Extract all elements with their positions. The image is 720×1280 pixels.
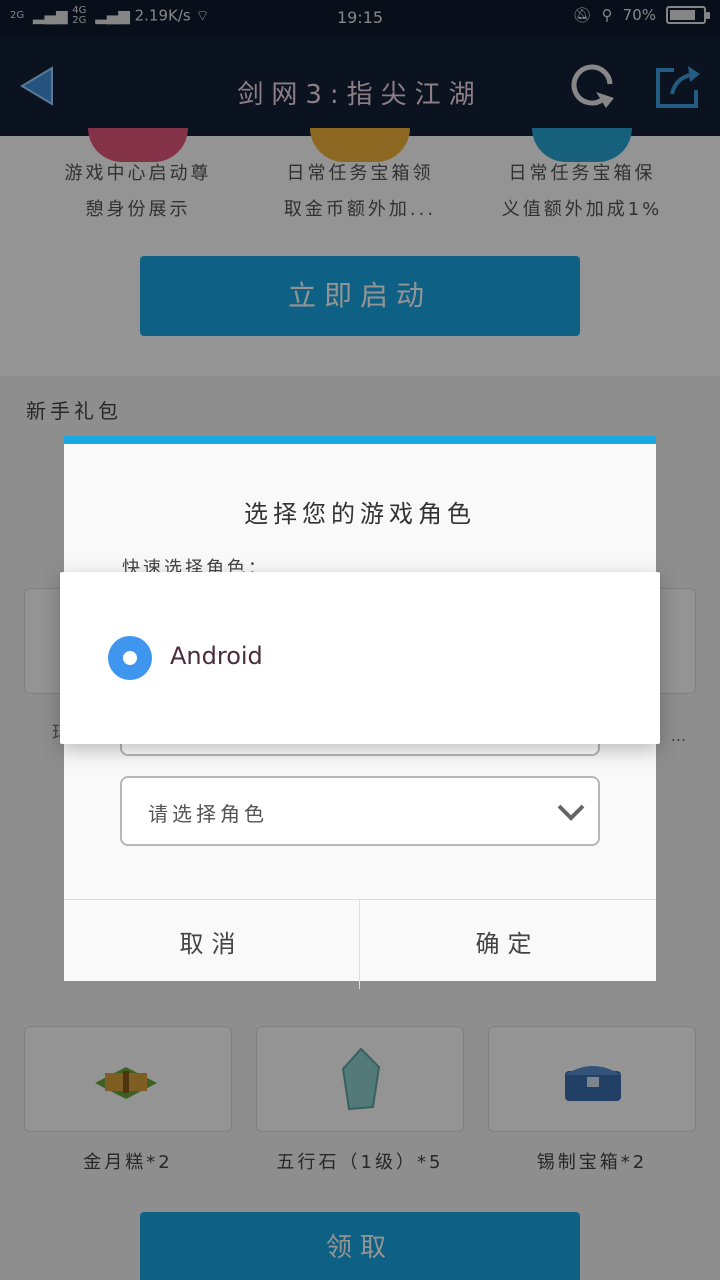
role-select-placeholder: 请选择角色	[148, 802, 268, 826]
chevron-down-icon	[557, 804, 585, 821]
role-select[interactable]: 请选择角色	[120, 776, 600, 846]
partial-label-right: ...	[670, 726, 686, 745]
cancel-button[interactable]: 取消	[64, 899, 359, 989]
picker-option-android[interactable]: Android	[170, 642, 263, 670]
dialog-title: 选择您的游戏角色	[244, 500, 476, 528]
radio-selected-icon[interactable]	[108, 636, 152, 680]
platform-picker: Android	[60, 572, 660, 744]
confirm-button[interactable]: 确定	[360, 899, 655, 989]
